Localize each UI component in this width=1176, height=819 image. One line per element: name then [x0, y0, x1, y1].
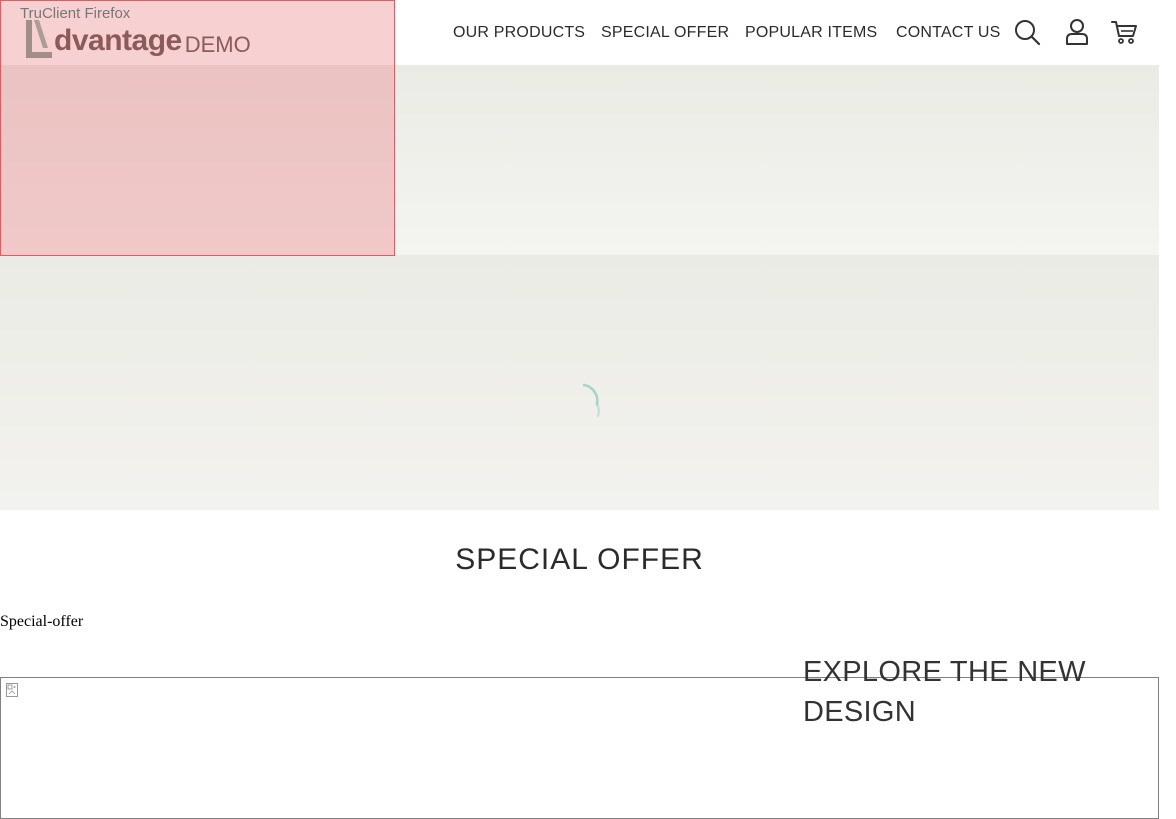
scrollbar-track[interactable]: [1159, 0, 1176, 806]
special-offer-heading: SPECIAL OFFER: [455, 543, 704, 576]
nav-special-offer[interactable]: SPECIAL OFFER: [601, 22, 729, 44]
nav-our-products[interactable]: OUR PRODUCTS: [453, 22, 585, 44]
cart-icon[interactable]: [1110, 18, 1138, 46]
nav-popular-items[interactable]: POPULAR ITEMS: [745, 22, 877, 44]
explore-new-design-heading: EXPLORE THE NEW DESIGN: [803, 656, 1086, 728]
truclient-highlight-overlay: [0, 0, 395, 256]
loading-spinner-icon: [582, 383, 600, 418]
special-offer-alt-text: Special-offer: [0, 613, 84, 630]
user-icon[interactable]: [1063, 18, 1091, 46]
broken-image-icon: [6, 683, 18, 697]
truclient-label: TruClient Firefox: [20, 5, 131, 22]
nav-contact-us[interactable]: CONTACT US: [896, 22, 1001, 44]
search-icon[interactable]: [1013, 18, 1041, 46]
